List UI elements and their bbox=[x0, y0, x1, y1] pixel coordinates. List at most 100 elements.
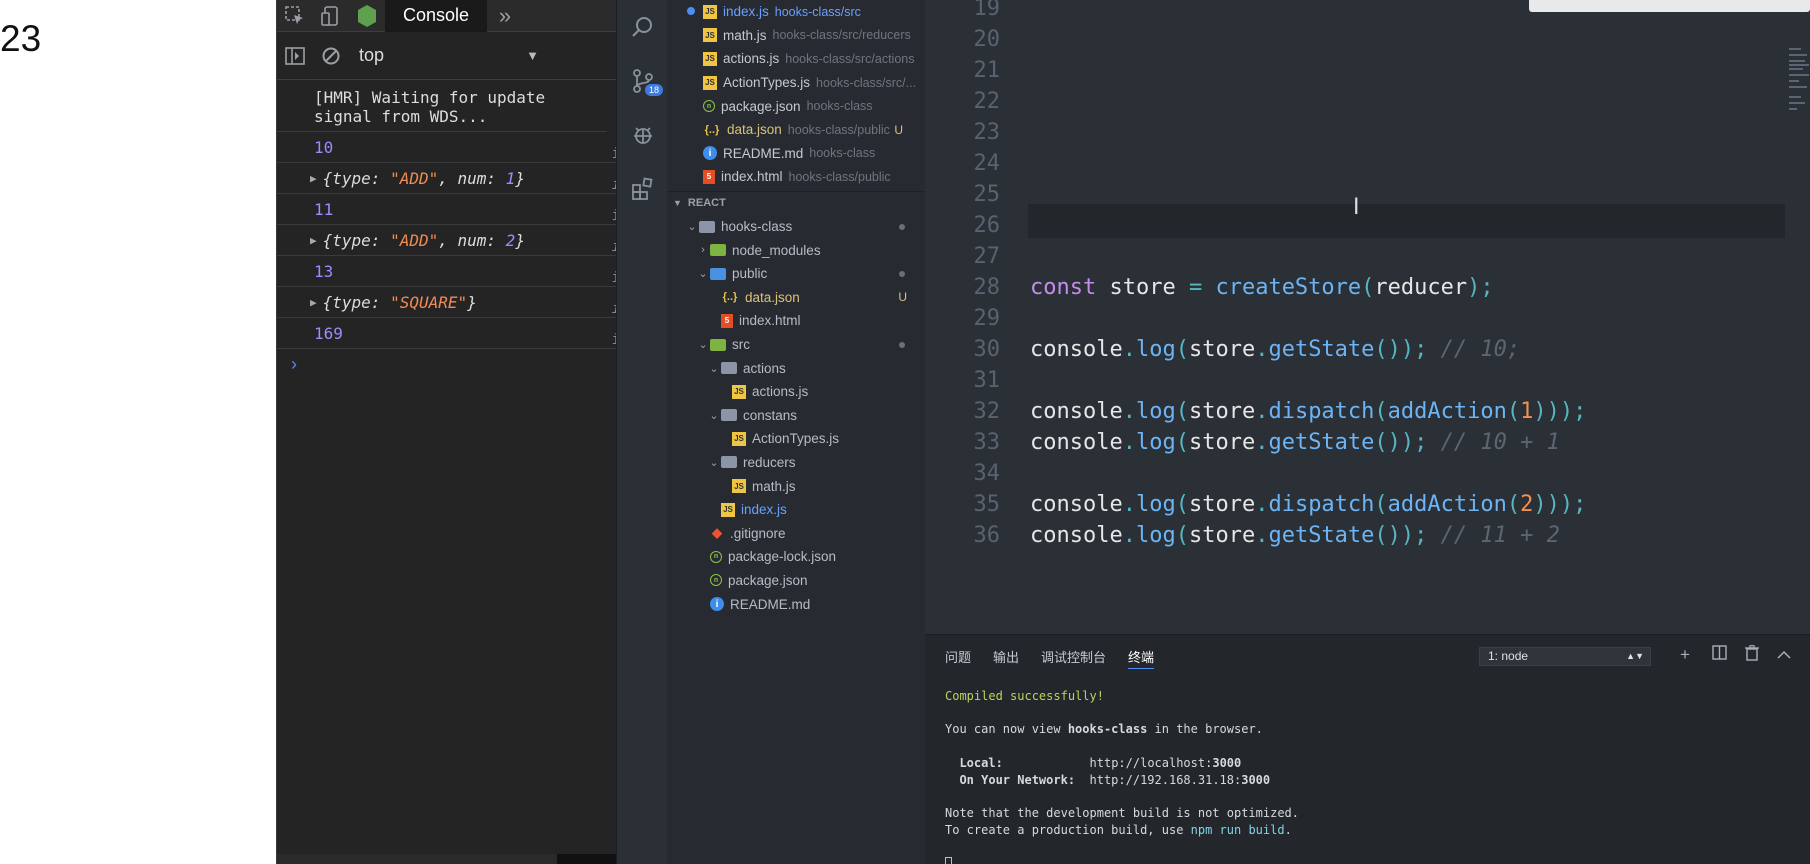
tab-console[interactable]: Console bbox=[385, 0, 488, 32]
open-editor-item[interactable]: {..} data.json hooks-class/public U bbox=[667, 118, 925, 142]
tree-folder[interactable]: ⌄ src bbox=[667, 333, 925, 357]
code-line: 22 bbox=[925, 86, 1785, 117]
tab-problems[interactable]: 问题 bbox=[945, 635, 971, 677]
clear-console-icon[interactable] bbox=[313, 40, 349, 72]
more-tabs-icon[interactable]: » bbox=[487, 3, 523, 29]
minimap[interactable] bbox=[1785, 0, 1810, 634]
object-type-value: "ADD" bbox=[390, 168, 439, 188]
expand-triangle-icon[interactable]: ▶ bbox=[310, 287, 317, 318]
code-token: . bbox=[1255, 523, 1269, 548]
tree-file[interactable]: JS math.js bbox=[667, 474, 925, 498]
js-file-icon: JS bbox=[732, 479, 746, 494]
horizontal-scrollbar[interactable] bbox=[277, 854, 616, 864]
code-token: . bbox=[1255, 337, 1269, 362]
open-editor-item[interactable]: JS index.js hooks-class/src bbox=[667, 0, 925, 24]
debug-icon[interactable] bbox=[617, 108, 668, 162]
code-line: 28 const store = createStore(reducer); bbox=[925, 272, 1785, 303]
trash-icon[interactable] bbox=[1742, 645, 1762, 666]
tree-folder[interactable]: ⌄ actions bbox=[667, 356, 925, 380]
console-prompt[interactable]: › bbox=[277, 349, 616, 379]
code-editor[interactable]: 19 20 21 22 23 24 25 26 27 28 const store = create… bbox=[925, 0, 1810, 634]
tree-file[interactable]: JS actions.js bbox=[667, 380, 925, 404]
tree-folder[interactable]: ⌄ constans bbox=[667, 404, 925, 428]
console-message[interactable]: ▶{type: "SQUARE"}i bbox=[277, 287, 616, 318]
terminal-select[interactable]: 1: node ▲▼ bbox=[1479, 647, 1651, 666]
context-select[interactable]: top ▼ bbox=[359, 45, 539, 66]
network-url: http://192.168.31.18: bbox=[1089, 772, 1242, 787]
extensions-icon[interactable] bbox=[617, 162, 668, 216]
code-token: log bbox=[1135, 399, 1176, 424]
tree-folder[interactable]: ⌄ public bbox=[667, 262, 925, 286]
search-icon[interactable] bbox=[617, 0, 668, 54]
line-number: 24 bbox=[973, 151, 1001, 176]
code-line: 27 bbox=[925, 241, 1785, 272]
console-message[interactable]: ▶{type: "ADD", num: 1}i bbox=[277, 163, 616, 194]
tree-folder[interactable]: › node_modules bbox=[667, 238, 925, 262]
code-token: ( bbox=[1506, 492, 1521, 517]
source-control-icon[interactable]: 18 bbox=[617, 54, 668, 108]
code-token: store bbox=[1109, 275, 1189, 300]
open-editor-name: ActionTypes.js bbox=[723, 75, 811, 91]
console-message[interactable]: ▶{type: "ADD", num: 2}i bbox=[277, 225, 616, 256]
tree-item-label: hooks-class bbox=[721, 219, 793, 235]
code-token: . bbox=[1255, 492, 1269, 517]
open-editor-item[interactable]: 5 index.html hooks-class/public bbox=[667, 165, 925, 189]
open-editor-item[interactable]: JS actions.js hooks-class/src/actions bbox=[667, 47, 925, 71]
git-icon: ◆ bbox=[712, 525, 722, 541]
tree-file[interactable]: JS ActionTypes.js bbox=[667, 427, 925, 451]
terminal-output[interactable]: Compiled successfully! You can now view … bbox=[925, 677, 1810, 864]
code-token: 2 bbox=[1520, 492, 1534, 517]
line-number: 20 bbox=[973, 27, 1001, 52]
tree-file[interactable]: n package.json bbox=[667, 569, 925, 593]
tree-file[interactable]: JS index.js bbox=[667, 498, 925, 522]
code-token: getState bbox=[1268, 430, 1375, 455]
local-port: 3000 bbox=[1212, 755, 1242, 770]
chevron-up-icon[interactable] bbox=[1774, 645, 1794, 665]
split-terminal-icon[interactable] bbox=[1709, 645, 1729, 665]
json-file-icon: {..} bbox=[722, 291, 738, 304]
view-message-prefix: You can now view bbox=[945, 722, 1068, 737]
expand-triangle-icon[interactable]: ▶ bbox=[310, 163, 317, 194]
js-file-icon: JS bbox=[703, 51, 717, 66]
tree-file[interactable]: {..} data.json U bbox=[667, 286, 925, 310]
code-token: ()); bbox=[1374, 430, 1441, 455]
js-file-icon: JS bbox=[732, 431, 746, 446]
chevron-down-icon: ⌄ bbox=[687, 221, 697, 234]
open-editor-item[interactable]: JS math.js hooks-class/src/reducers bbox=[667, 24, 925, 48]
node-devtools-icon[interactable] bbox=[349, 0, 385, 32]
tree-item-label: actions.js bbox=[752, 384, 809, 400]
code-token: . bbox=[1122, 337, 1136, 362]
tree-file[interactable]: 5 index.html bbox=[667, 309, 925, 333]
scrollbar-thumb[interactable] bbox=[557, 854, 616, 864]
tab-terminal[interactable]: 终端 bbox=[1128, 635, 1155, 677]
object-type-value: "ADD" bbox=[390, 230, 439, 250]
tree-file[interactable]: n package-lock.json bbox=[667, 545, 925, 569]
sidebar-toggle-icon[interactable] bbox=[277, 40, 313, 72]
tree-file[interactable]: i README.md bbox=[667, 592, 925, 616]
tree-folder[interactable]: ⌄ hooks-class bbox=[667, 215, 925, 239]
tab-output[interactable]: 输出 bbox=[993, 635, 1019, 677]
find-widget[interactable] bbox=[1529, 0, 1810, 12]
modified-dot-icon bbox=[899, 223, 905, 230]
tree-folder[interactable]: ⌄ reducers bbox=[667, 451, 925, 475]
info-icon: i bbox=[703, 146, 717, 161]
line-number: 29 bbox=[973, 306, 1001, 331]
open-editor-item[interactable]: JS ActionTypes.js hooks-class/src/... bbox=[667, 71, 925, 95]
local-label: Local: bbox=[959, 755, 1003, 770]
tree-file[interactable]: ◆ .gitignore bbox=[667, 521, 925, 545]
open-editor-item[interactable]: n package.json hooks-class bbox=[667, 94, 925, 118]
open-editor-name: math.js bbox=[723, 27, 767, 43]
code-token: ( bbox=[1175, 430, 1189, 455]
git-status-badge: U bbox=[894, 122, 903, 137]
build-message-prefix: To create a production build, use bbox=[945, 822, 1191, 837]
code-text: console.log(store.dispatch(addAction(2))… bbox=[1030, 492, 1586, 517]
workspace-section-header[interactable]: ▼ REACT bbox=[667, 190, 925, 215]
open-editor-item[interactable]: i README.md hooks-class bbox=[667, 142, 925, 166]
tab-debug-console[interactable]: 调试控制台 bbox=[1041, 635, 1106, 677]
js-file-icon: JS bbox=[732, 384, 746, 399]
code-token: console bbox=[1030, 430, 1123, 455]
add-terminal-icon[interactable]: + bbox=[1675, 645, 1695, 665]
device-toggle-icon[interactable] bbox=[313, 0, 349, 32]
inspect-element-icon[interactable] bbox=[277, 0, 313, 32]
expand-triangle-icon[interactable]: ▶ bbox=[310, 225, 317, 256]
